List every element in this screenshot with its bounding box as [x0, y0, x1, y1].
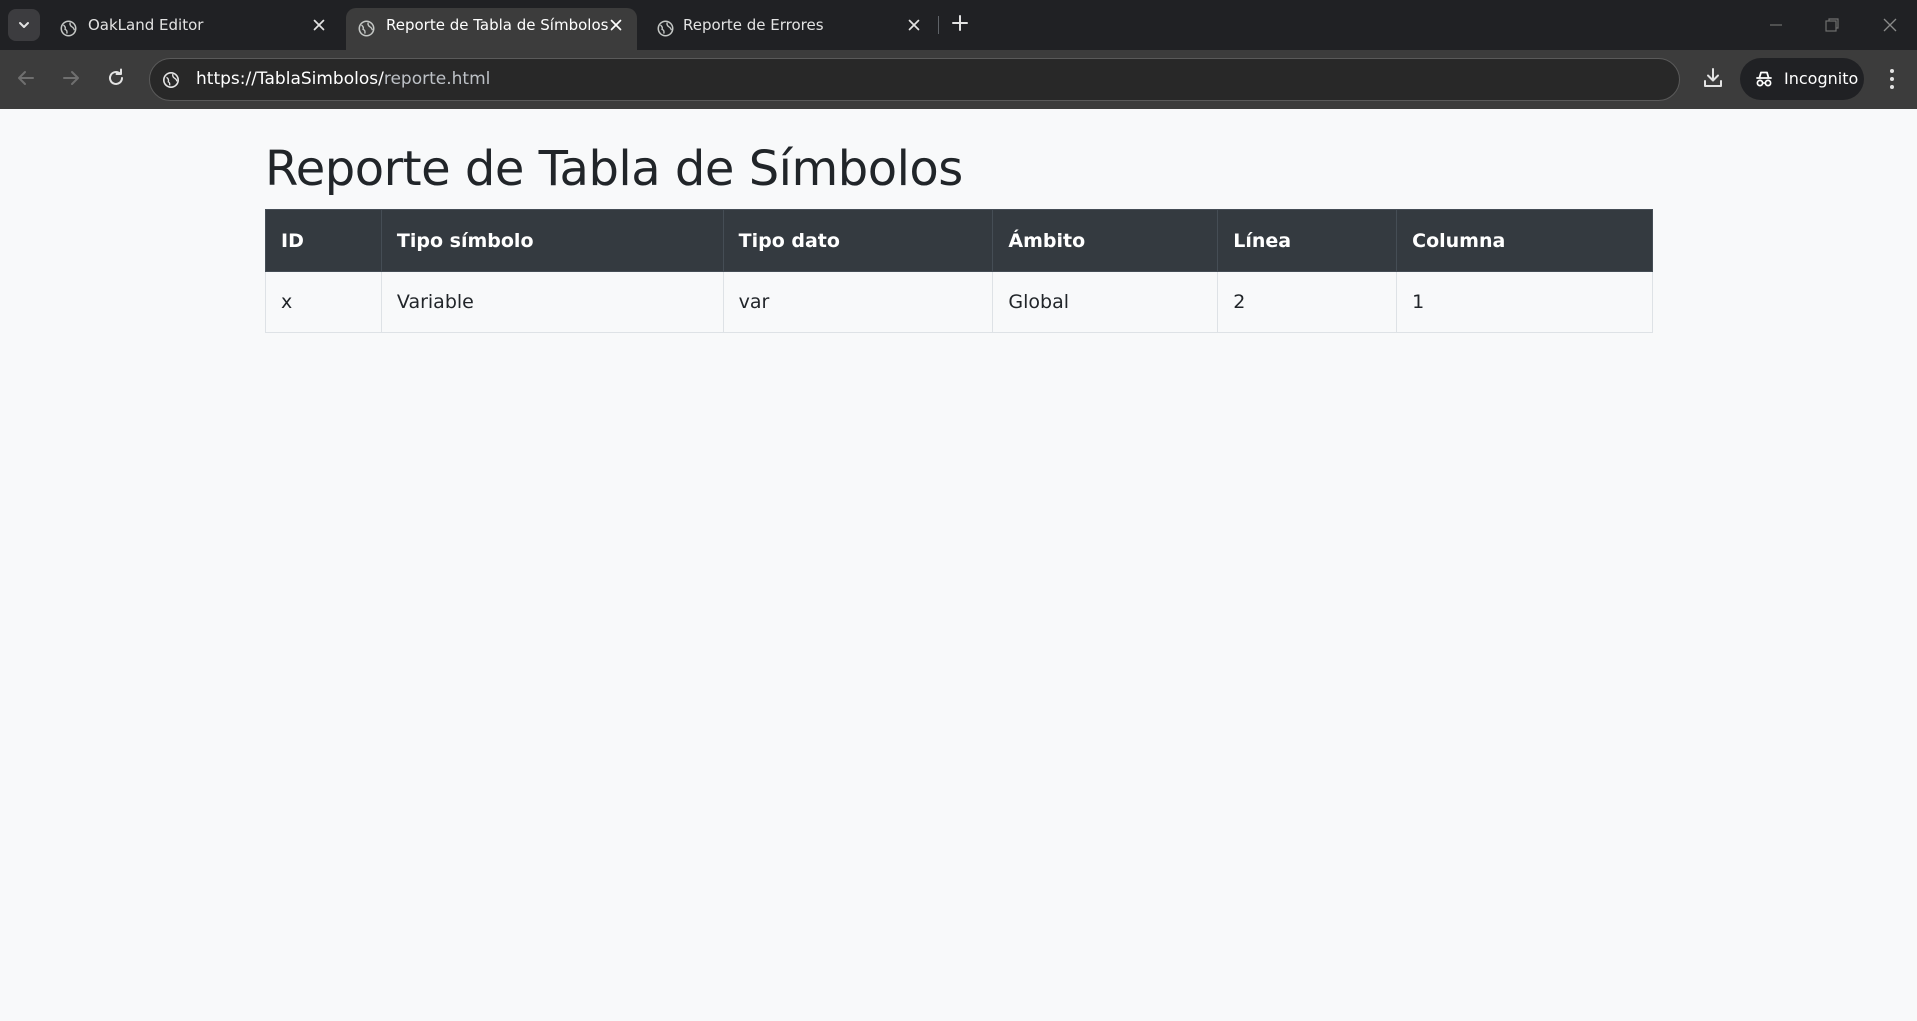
- table-row: x Variable var Global 2 1: [265, 271, 1653, 333]
- close-icon[interactable]: [906, 17, 922, 33]
- column-header-tipo-simbolo: Tipo símbolo: [380, 209, 724, 272]
- reload-icon[interactable]: [104, 66, 128, 90]
- tab-title: OakLand Editor: [88, 16, 204, 34]
- column-header-ambito: Ámbito: [992, 209, 1219, 272]
- download-icon[interactable]: [1700, 65, 1726, 91]
- tab-strip: OakLand Editor Reporte de Tabla de Símbo…: [0, 0, 1917, 50]
- column-header-columna: Columna: [1396, 209, 1653, 272]
- column-header-id: ID: [265, 209, 382, 272]
- incognito-button[interactable]: Incognito: [1740, 58, 1864, 100]
- tab-reporte-tabla-simbolos[interactable]: Reporte de Tabla de Símbolos: [346, 8, 637, 50]
- minimize-icon[interactable]: [1765, 14, 1787, 36]
- column-header-linea: Línea: [1217, 209, 1398, 272]
- url-path: reporte.html: [383, 69, 491, 89]
- tab-search-button[interactable]: [8, 9, 40, 41]
- url-text: https://TablaSimbolos/reporte.html: [196, 59, 490, 100]
- globe-icon: [657, 20, 674, 37]
- url-host: https://TablaSimbolos/: [196, 69, 384, 89]
- more-vertical-icon[interactable]: [1880, 66, 1904, 92]
- symbol-table: ID Tipo símbolo Tipo dato Ámbito Línea C…: [265, 209, 1653, 333]
- incognito-icon: [1756, 71, 1772, 87]
- restore-icon[interactable]: [1821, 14, 1843, 36]
- table-cell-ambito: Global: [992, 271, 1219, 333]
- new-tab-plus-icon[interactable]: [949, 12, 971, 34]
- window-close-icon[interactable]: [1879, 14, 1901, 36]
- table-cell-tipo-dato: var: [722, 271, 994, 333]
- page-content: Reporte de Tabla de Símbolos ID Tipo sím…: [0, 109, 1917, 1021]
- table-cell-columna: 1: [1396, 271, 1653, 333]
- incognito-label: Incognito: [1784, 69, 1859, 88]
- chevron-down-icon: [19, 22, 29, 28]
- table-header-row: ID Tipo símbolo Tipo dato Ámbito Línea C…: [265, 209, 1653, 272]
- close-icon[interactable]: [311, 17, 327, 33]
- forward-arrow-icon[interactable]: [59, 66, 83, 90]
- tab-title: Reporte de Tabla de Símbolos: [386, 16, 609, 34]
- back-arrow-icon[interactable]: [14, 66, 38, 90]
- tab-separator: [938, 16, 939, 34]
- close-icon[interactable]: [608, 17, 624, 33]
- table-cell-id: x: [265, 271, 382, 333]
- globe-icon: [358, 20, 375, 37]
- table-cell-linea: 2: [1217, 271, 1398, 333]
- address-bar[interactable]: https://TablaSimbolos/reporte.html: [149, 58, 1680, 101]
- table-cell-tipo-simbolo: Variable: [380, 271, 724, 333]
- site-info-icon[interactable]: [162, 71, 180, 89]
- tab-oakland-editor[interactable]: OakLand Editor: [48, 8, 338, 50]
- browser-toolbar: https://TablaSimbolos/reporte.html Incog…: [0, 50, 1917, 109]
- tab-reporte-errores[interactable]: Reporte de Errores: [645, 8, 935, 50]
- globe-icon: [60, 20, 77, 37]
- page-title: Reporte de Tabla de Símbolos: [265, 141, 963, 197]
- column-header-tipo-dato: Tipo dato: [722, 209, 994, 272]
- tab-title: Reporte de Errores: [683, 16, 824, 34]
